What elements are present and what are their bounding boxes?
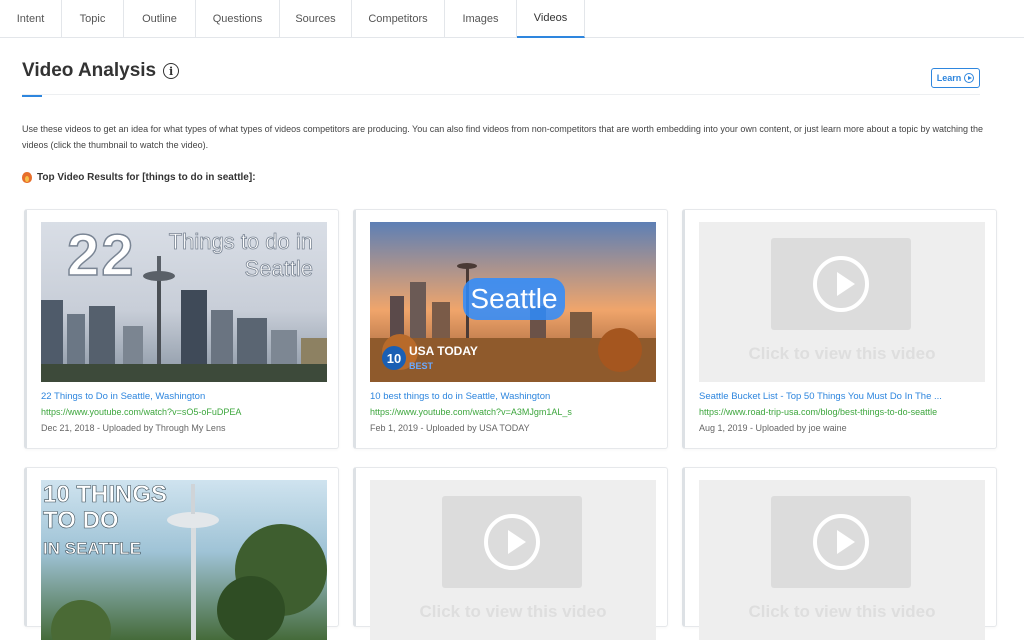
- usa-today-badge: 10 USA TODAY BEST: [382, 344, 478, 372]
- video-meta-1: Dec 21, 2018 - Uploaded by Through My Le…: [41, 423, 226, 433]
- tab-competitors[interactable]: Competitors: [352, 0, 445, 38]
- video-card-3: Click to view this video Seattle Bucket …: [682, 209, 997, 449]
- tab-intent[interactable]: Intent: [0, 0, 62, 38]
- thumbnail-heading: 10 THINGS TO DO IN SEATTLE: [43, 481, 168, 562]
- results-subheading-label: Top Video Results for [things to do in s…: [37, 172, 256, 183]
- placeholder-frame: [771, 496, 911, 588]
- results-subheading: Top Video Results for [things to do in s…: [22, 172, 256, 183]
- video-meta-2: Feb 1, 2019 - Uploaded by USA TODAY: [370, 423, 530, 433]
- badge-brand: USA TODAY: [409, 344, 478, 358]
- thumbnail-city-label: Seattle: [463, 278, 565, 320]
- tab-outline[interactable]: Outline: [124, 0, 196, 38]
- video-url-1[interactable]: https://www.youtube.com/watch?v=sO5-oFuD…: [41, 407, 241, 417]
- learn-button[interactable]: Learn: [931, 68, 980, 88]
- thumbnail-number: 22: [66, 222, 136, 289]
- page-title: Video Analysis: [22, 60, 157, 81]
- fire-icon: [22, 172, 32, 183]
- video-url-2[interactable]: https://www.youtube.com/watch?v=A3MJgm1A…: [370, 407, 572, 417]
- video-card-2: Seattle 10 USA TODAY BEST 10 best things…: [353, 209, 668, 449]
- learn-button-label: Learn: [936, 73, 962, 83]
- placeholder-text: Click to view this video: [748, 602, 936, 621]
- video-card-5: Click to view this video: [353, 467, 668, 640]
- video-thumbnail-6[interactable]: Click to view this video: [699, 480, 985, 640]
- tab-sources[interactable]: Sources: [280, 0, 352, 38]
- thumbnail-caption: Things to do in Seattle: [168, 229, 313, 282]
- play-icon: [484, 514, 540, 570]
- video-thumbnail-4[interactable]: 10 THINGS TO DO IN SEATTLE: [41, 480, 327, 640]
- play-icon: [813, 514, 869, 570]
- tab-videos[interactable]: Videos: [517, 0, 585, 38]
- page-header: Video Analysis i: [22, 60, 982, 97]
- tab-bar: Intent Topic Outline Questions Sources C…: [0, 0, 1024, 38]
- placeholder-text: Click to view this video: [419, 602, 607, 621]
- video-card-6: Click to view this video: [682, 467, 997, 640]
- page-title-row: Video Analysis i: [22, 60, 982, 82]
- thumbnail-line-2: TO DO: [43, 507, 119, 534]
- tab-topic[interactable]: Topic: [62, 0, 124, 38]
- info-icon[interactable]: i: [163, 63, 180, 79]
- video-thumbnail-1[interactable]: 22 Things to do in Seattle: [41, 222, 327, 382]
- tab-images[interactable]: Images: [445, 0, 517, 38]
- video-thumbnail-3[interactable]: Click to view this video: [699, 222, 985, 382]
- video-meta-3: Aug 1, 2019 - Uploaded by joe waine: [699, 423, 847, 433]
- play-icon: [813, 256, 869, 312]
- play-circle-icon: [964, 73, 975, 83]
- placeholder-frame: [771, 238, 911, 330]
- video-thumbnail-5[interactable]: Click to view this video: [370, 480, 656, 640]
- video-card-4: 10 THINGS TO DO IN SEATTLE: [24, 467, 339, 640]
- video-thumbnail-2[interactable]: Seattle 10 USA TODAY BEST: [370, 222, 656, 382]
- video-title-2[interactable]: 10 best things to do in Seattle, Washing…: [370, 391, 550, 402]
- description-text: Use these videos to get an idea for what…: [22, 124, 984, 150]
- video-url-3[interactable]: https://www.road-trip-usa.com/blog/best-…: [699, 407, 937, 417]
- video-title-3[interactable]: Seattle Bucket List - Top 50 Things You …: [699, 391, 942, 402]
- thumbnail-line-3: IN SEATTLE: [43, 539, 142, 559]
- placeholder-text: Click to view this video: [748, 344, 936, 363]
- badge-number: 10: [382, 346, 406, 370]
- header-divider: [22, 94, 980, 95]
- badge-sub: BEST: [409, 361, 434, 371]
- video-card-1: 22 Things to do in Seattle 22 Things to …: [24, 209, 339, 449]
- video-title-1[interactable]: 22 Things to Do in Seattle, Washington: [41, 391, 205, 402]
- placeholder-frame: [442, 496, 582, 588]
- thumbnail-line-1: 10 THINGS: [43, 481, 168, 508]
- tab-questions[interactable]: Questions: [196, 0, 280, 38]
